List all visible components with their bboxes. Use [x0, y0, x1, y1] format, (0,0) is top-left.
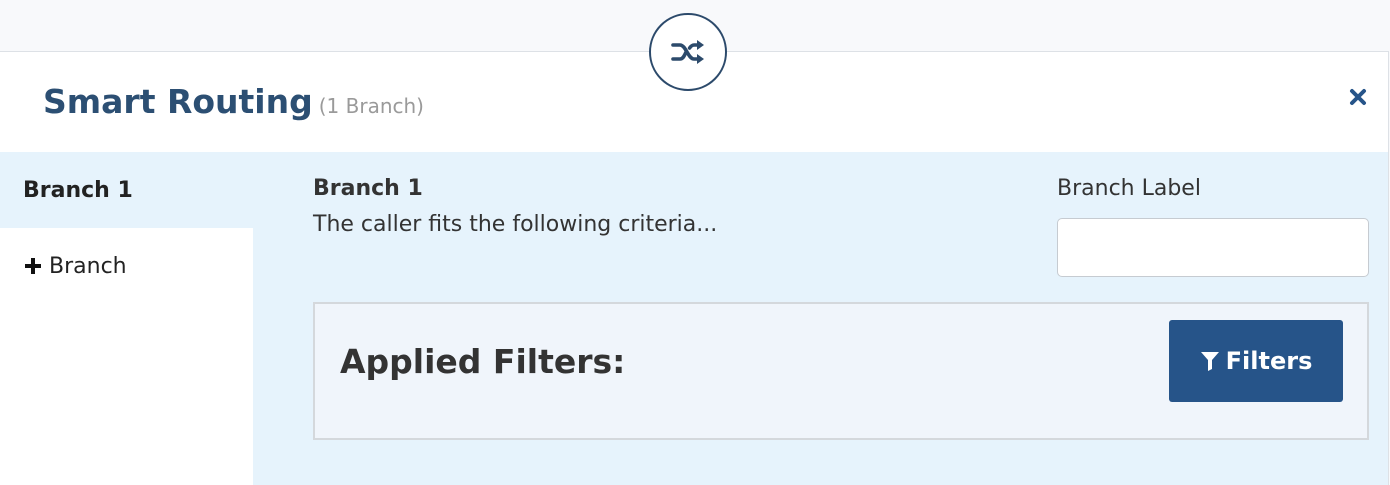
add-branch-label: Branch: [49, 253, 127, 279]
page-title: Smart Routing (1 Branch): [43, 82, 424, 121]
sidebar-item-branch-1[interactable]: Branch 1: [0, 152, 253, 228]
applied-filters-box: Applied Filters: Filters: [313, 302, 1369, 440]
sidebar-item-label: Branch 1: [23, 177, 133, 203]
branch-label-caption: Branch Label: [1057, 176, 1201, 201]
branch-heading: Branch 1: [313, 176, 423, 201]
applied-filters-title: Applied Filters:: [340, 342, 626, 381]
branch-sidebar: Branch 1 Branch: [0, 152, 253, 485]
funnel-icon: [1200, 350, 1220, 372]
branch-count: (1 Branch): [318, 94, 424, 118]
add-branch-button[interactable]: Branch: [0, 228, 253, 304]
branch-label-input[interactable]: [1057, 218, 1369, 277]
close-icon: [1350, 89, 1366, 105]
filters-button[interactable]: Filters: [1169, 320, 1343, 402]
plus-icon: [23, 256, 43, 276]
filters-button-label: Filters: [1225, 347, 1313, 375]
close-button[interactable]: [1346, 85, 1370, 109]
branch-description: The caller fits the following criteria..…: [313, 212, 718, 237]
shuffle-icon: [649, 13, 727, 91]
title-text: Smart Routing: [43, 82, 313, 121]
routing-panel: Smart Routing (1 Branch) Branch 1 Branch…: [0, 51, 1389, 485]
panel-body: Branch 1 Branch Branch 1 The caller fits…: [0, 152, 1388, 485]
smart-routing-page: Smart Routing (1 Branch) Branch 1 Branch…: [0, 0, 1390, 485]
